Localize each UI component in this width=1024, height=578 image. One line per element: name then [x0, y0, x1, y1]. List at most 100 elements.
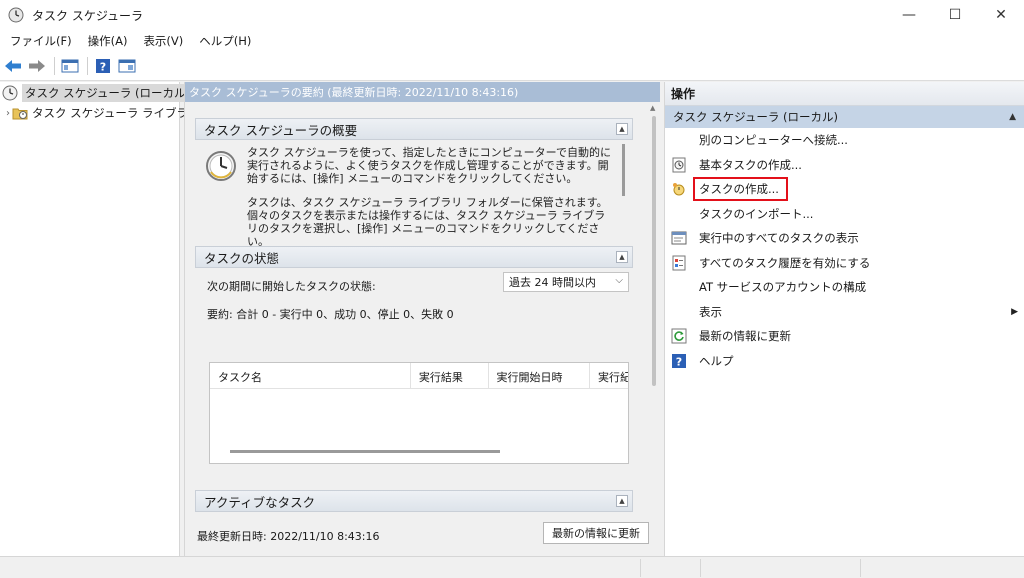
window-title: タスク スケジューラ — [32, 8, 143, 23]
action-import-task[interactable]: タスクのインポート... — [665, 202, 1024, 227]
action-label: タスクのインポート... — [699, 206, 814, 221]
title-bar: タスク スケジューラ — ☐ ✕ — [0, 0, 1024, 30]
collapse-up-icon[interactable]: ▲ — [616, 123, 628, 135]
forward-arrow-icon[interactable] — [26, 55, 48, 77]
action-label: 実行中のすべてのタスクの表示 — [699, 231, 859, 246]
chevron-down-icon: ⌵ — [615, 275, 623, 286]
period-select-value: 過去 24 時間以内 — [509, 276, 596, 289]
summary-header: タスク スケジューラの要約 (最終更新日時: 2022/11/10 8:43:1… — [185, 82, 660, 102]
action-view[interactable]: 表示 ▶ — [665, 300, 1024, 325]
show-action-pane-icon[interactable] — [116, 55, 138, 77]
refresh-icon — [671, 328, 687, 344]
status-bar-divider — [860, 559, 861, 577]
chevron-right-icon[interactable]: › — [6, 108, 10, 119]
console-tree-icon[interactable] — [59, 55, 81, 77]
column-header-result[interactable]: 実行結果 — [411, 363, 489, 388]
last-update-text: 最終更新日時: 2022/11/10 8:43:16 — [197, 530, 380, 543]
menu-bar: ファイル(F) 操作(A) 表示(V) ヘルプ(H) — [0, 30, 1024, 52]
clock-icon — [8, 7, 24, 23]
action-label: AT サービスのアカウントの構成 — [699, 280, 867, 295]
tree-item-label: タスク スケジューラ (ローカル) — [22, 84, 193, 102]
overview-paragraph: タスク スケジューラを使って、指定したときにコンピューターで自動的に実行されるよ… — [247, 146, 611, 185]
maximize-button[interactable]: ☐ — [932, 0, 978, 30]
scroll-up-icon[interactable]: ▲ — [650, 104, 655, 112]
console-tree: タスク スケジューラ (ローカル) › タスク スケジューラ ライブラリ — [0, 82, 200, 556]
action-label: 表示 — [699, 304, 722, 319]
running-tasks-icon — [671, 230, 687, 246]
task-status-title: タスクの状態 — [204, 250, 280, 266]
active-tasks-section: アクティブなタスク ▲ — [195, 490, 633, 512]
svg-text:?: ? — [100, 61, 106, 74]
overview-section-header[interactable]: タスク スケジューラの概要 ▲ — [195, 118, 633, 140]
toolbar-separator — [87, 57, 88, 75]
clock-icon — [2, 85, 18, 101]
action-label: 最新の情報に更新 — [699, 329, 791, 344]
menu-help[interactable]: ヘルプ(H) — [191, 30, 259, 52]
overview-body: タスク スケジューラを使って、指定したときにコンピューターで自動的に実行されるよ… — [195, 140, 633, 248]
column-header-task-name[interactable]: タスク名 — [210, 363, 411, 388]
svg-text:?: ? — [676, 355, 682, 368]
toolbar: ? — [0, 52, 1024, 81]
collapse-up-icon[interactable]: ▲ — [616, 495, 628, 507]
action-label: タスクの作成... — [693, 177, 788, 202]
action-display-running-tasks[interactable]: 実行中のすべてのタスクの表示 — [665, 226, 1024, 251]
task-summary: 要約: 合計 0 - 実行中 0、成功 0、停止 0、失敗 0 — [207, 308, 454, 321]
minimize-button[interactable]: — — [886, 0, 932, 30]
summary-scroll-area[interactable]: タスク スケジューラの概要 ▲ タスク スケジューラを使って、指定したときにコン… — [185, 102, 661, 514]
back-arrow-icon[interactable] — [2, 55, 24, 77]
tree-item-scheduler-local[interactable]: タスク スケジューラ (ローカル) — [0, 83, 193, 103]
action-refresh[interactable]: 最新の情報に更新 — [665, 324, 1024, 349]
action-enable-task-history[interactable]: すべてのタスク履歴を有効にする — [665, 251, 1024, 276]
close-button[interactable]: ✕ — [978, 0, 1024, 30]
menu-file[interactable]: ファイル(F) — [2, 30, 80, 52]
action-pane: 操作 タスク スケジューラ (ローカル) ▲ 別のコンピューターへ接続... 基… — [664, 82, 1024, 556]
collapse-up-icon[interactable]: ▲ — [1009, 112, 1016, 122]
tree-item-scheduler-library[interactable]: › タスク スケジューラ ライブラリ — [0, 103, 200, 123]
summary-vertical-scrollbar[interactable]: ▲ — [648, 102, 660, 514]
column-header-start-time[interactable]: 実行開始日時 — [489, 363, 590, 388]
create-task-icon — [671, 181, 687, 197]
tree-item-label: タスク スケジューラ ライブラリ — [32, 106, 200, 120]
action-create-basic-task[interactable]: 基本タスクの作成... — [665, 153, 1024, 178]
status-bar-divider — [640, 559, 641, 577]
active-tasks-title: アクティブなタスク — [204, 494, 316, 510]
period-select[interactable]: 過去 24 時間以内 ⌵ — [503, 272, 629, 292]
refresh-button[interactable]: 最新の情報に更新 — [543, 522, 649, 544]
overview-section: タスク スケジューラの概要 ▲ タスク スケジューラを使って、指定したときにコン… — [195, 118, 633, 248]
overview-text: タスク スケジューラを使って、指定したときにコンピューターで自動的に実行されるよ… — [247, 146, 611, 259]
action-create-task[interactable]: タスクの作成... — [665, 177, 1024, 202]
summary-pane: タスク スケジューラの要約 (最終更新日時: 2022/11/10 8:43:1… — [184, 82, 661, 556]
period-label: 次の期間に開始したタスクの状態: — [207, 280, 376, 293]
action-label: すべてのタスク履歴を有効にする — [699, 255, 871, 270]
action-label: ヘルプ — [699, 353, 734, 368]
status-bar-divider — [700, 559, 701, 577]
overview-scrollbar[interactable] — [622, 144, 625, 196]
action-group-header[interactable]: タスク スケジューラ (ローカル) ▲ — [665, 106, 1024, 128]
action-pane-title: 操作 — [665, 82, 1024, 106]
table-header: タスク名 実行結果 実行開始日時 実行紀 — [210, 363, 628, 389]
column-header-run[interactable]: 実行紀 — [590, 363, 628, 388]
table-horizontal-scrollbar[interactable] — [230, 450, 500, 453]
menu-view[interactable]: 表示(V) — [135, 30, 191, 52]
submenu-arrow-icon: ▶ — [1011, 306, 1018, 317]
overview-title: タスク スケジューラの概要 — [204, 122, 358, 138]
task-status-table: タスク名 実行結果 実行開始日時 実行紀 — [209, 362, 629, 464]
collapse-up-icon[interactable]: ▲ — [616, 251, 628, 263]
help-icon[interactable]: ? — [92, 55, 114, 77]
task-status-section: タスクの状態 ▲ 次の期間に開始したタスクの状態: 過去 24 時間以内 ⌵ 要… — [195, 246, 633, 478]
action-group-label: タスク スケジューラ (ローカル) — [673, 110, 838, 124]
menu-action[interactable]: 操作(A) — [80, 30, 136, 52]
task-status-body: 次の期間に開始したタスクの状態: 過去 24 時間以内 ⌵ 要約: 合計 0 -… — [195, 268, 633, 478]
status-bar — [0, 556, 1024, 578]
help-icon: ? — [671, 353, 687, 369]
action-connect-computer[interactable]: 別のコンピューターへ接続... — [665, 128, 1024, 153]
action-label: 別のコンピューターへ接続... — [699, 133, 848, 148]
task-status-section-header[interactable]: タスクの状態 ▲ — [195, 246, 633, 268]
action-configure-at-service[interactable]: AT サービスのアカウントの構成 — [665, 275, 1024, 300]
overview-paragraph: タスクは、タスク スケジューラ ライブラリ フォルダーに保管されます。個々のタス… — [247, 196, 608, 248]
action-help[interactable]: ? ヘルプ — [665, 349, 1024, 374]
folder-clock-icon — [12, 105, 28, 121]
task-history-icon — [671, 255, 687, 271]
scrollbar-thumb[interactable] — [652, 116, 656, 386]
active-tasks-section-header[interactable]: アクティブなタスク ▲ — [195, 490, 633, 512]
